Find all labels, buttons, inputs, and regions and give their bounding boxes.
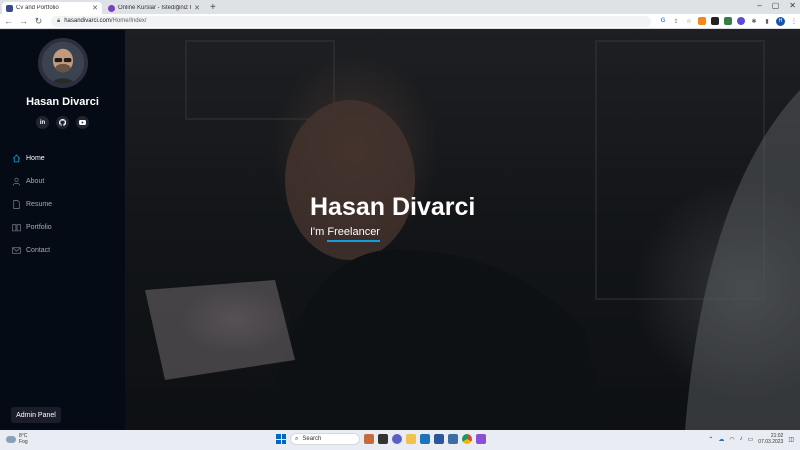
hero-overlay xyxy=(125,30,800,430)
nav-item-home[interactable]: Home xyxy=(12,147,52,170)
maximize-icon[interactable]: ▢ xyxy=(772,1,780,10)
nav-label: Portfolio xyxy=(26,224,52,231)
mail-icon[interactable] xyxy=(420,434,430,444)
sidepanel-icon[interactable]: ▮ xyxy=(763,17,771,25)
nav-label: About xyxy=(26,178,45,185)
file-icon xyxy=(13,200,20,209)
tab-title: Online Kurslar - İstediğiniz Her Şe xyxy=(118,5,191,11)
volume-icon[interactable]: ♪ xyxy=(740,436,743,442)
subtitle-prefix: I'm xyxy=(310,226,328,238)
hero-title: Hasan Divarci xyxy=(310,193,476,221)
minimize-icon[interactable]: – xyxy=(757,1,761,10)
extension-icon[interactable] xyxy=(724,17,732,25)
youtube-icon[interactable] xyxy=(76,116,89,129)
new-tab-button[interactable]: + xyxy=(210,2,216,14)
menu-icon[interactable]: ⋮ xyxy=(790,17,798,25)
back-icon[interactable]: ← xyxy=(2,16,15,26)
window-controls: – ▢ ✕ xyxy=(757,1,796,10)
home-icon xyxy=(12,154,21,163)
sidebar: Hasan Divarci in Home About Resume Portf… xyxy=(0,30,125,430)
extension-icon[interactable] xyxy=(711,17,719,25)
web-page: Hasan Divarci in Home About Resume Portf… xyxy=(0,30,800,430)
browser-tabstrip: Cv and Portfolio ✕ Online Kurslar - İste… xyxy=(0,0,800,14)
reload-icon[interactable]: ↻ xyxy=(32,16,45,27)
taskbar-apps: ⌕ Search xyxy=(276,433,486,445)
linkedin-icon[interactable]: in xyxy=(36,116,49,129)
nav-item-contact[interactable]: Contact xyxy=(12,239,52,262)
github-icon[interactable] xyxy=(56,116,69,129)
nav-label: Home xyxy=(26,155,45,162)
google-icon[interactable]: G xyxy=(659,17,667,25)
hero-subtitle: I'm Freelancer xyxy=(310,226,380,242)
metamask-icon[interactable] xyxy=(698,17,706,25)
forward-icon[interactable]: → xyxy=(17,16,30,26)
browser-toolbar: ← → ↻ 🔒︎ hasandivarci.com/Home/Index/ G … xyxy=(0,14,800,29)
sidebar-name: Hasan Divarci xyxy=(26,96,99,108)
extension-icon[interactable] xyxy=(737,17,745,25)
clock[interactable]: 21:02 07.03.2023 xyxy=(758,433,783,445)
lock-icon: 🔒︎ xyxy=(57,17,61,24)
weather-text: 8°C Fog xyxy=(19,433,28,445)
nav-item-about[interactable]: About xyxy=(12,170,52,193)
widgets-icon[interactable] xyxy=(364,434,374,444)
profile-photo xyxy=(42,42,84,84)
nav-item-portfolio[interactable]: Portfolio xyxy=(12,216,52,239)
task-view-icon[interactable] xyxy=(378,434,388,444)
tab-cv-portfolio[interactable]: Cv and Portfolio ✕ xyxy=(2,2,102,14)
sidebar-nav: Home About Resume Portfolio Contact xyxy=(12,147,52,262)
windows-taskbar: 8°C Fog ⌕ Search ⌃ ☁ ◠ ♪ ▭ 21:02 07.03.2… xyxy=(0,430,800,450)
wifi-icon[interactable]: ◠ xyxy=(729,436,734,443)
close-tab-icon[interactable]: ✕ xyxy=(92,4,98,12)
clock-date: 07.03.2023 xyxy=(758,439,784,445)
file-explorer-icon[interactable] xyxy=(406,434,416,444)
battery-icon[interactable]: ▭ xyxy=(748,436,754,443)
share-icon[interactable]: ⇪ xyxy=(672,17,680,25)
system-tray: ⌃ ☁ ◠ ♪ ▭ 21:02 07.03.2023 ◫ xyxy=(708,433,794,445)
url-host: hasandivarci.com xyxy=(64,18,111,24)
book-icon xyxy=(12,224,21,232)
teams-icon[interactable] xyxy=(392,434,402,444)
nav-label: Resume xyxy=(26,201,53,208)
cloud-icon xyxy=(6,435,16,443)
weather-desc: Fog xyxy=(19,439,28,445)
nav-label: Contact xyxy=(26,247,51,254)
extension-icons: G ⇪ ☆ ✱ ▮ H ⋮ xyxy=(659,16,798,26)
admin-panel-button[interactable]: Admin Panel xyxy=(11,407,61,423)
puzzle-icon[interactable]: ✱ xyxy=(750,17,758,25)
hero-section: Hasan Divarci I'm Freelancer xyxy=(125,30,800,430)
visual-studio-icon[interactable] xyxy=(476,434,486,444)
windows-start-icon[interactable] xyxy=(276,434,286,444)
profile-avatar[interactable]: H xyxy=(776,16,785,26)
store-icon[interactable] xyxy=(434,434,444,444)
chrome-icon[interactable] xyxy=(462,434,472,444)
nav-item-resume[interactable]: Resume xyxy=(12,193,52,216)
address-bar[interactable]: 🔒︎ hasandivarci.com/Home/Index/ xyxy=(51,15,651,27)
tab-title: Cv and Portfolio xyxy=(16,5,59,11)
tab-online-courses[interactable]: Online Kurslar - İstediğiniz Her Şe ✕ xyxy=(104,2,204,14)
star-icon[interactable]: ☆ xyxy=(685,17,693,25)
user-icon xyxy=(12,177,21,186)
chevron-up-icon[interactable]: ⌃ xyxy=(708,436,713,443)
onedrive-icon[interactable]: ☁ xyxy=(718,436,724,443)
app-icon[interactable] xyxy=(448,434,458,444)
search-icon: ⌕ xyxy=(295,435,299,442)
taskbar-search[interactable]: ⌕ Search xyxy=(290,433,360,445)
avatar xyxy=(38,38,88,88)
url-path: /Home/Index/ xyxy=(110,18,147,24)
social-links: in xyxy=(36,116,89,129)
weather-widget[interactable]: 8°C Fog xyxy=(6,433,28,445)
tab-favicon xyxy=(108,4,115,12)
typed-keyword: Freelancer xyxy=(327,226,380,242)
envelope-icon xyxy=(12,247,21,254)
notification-icon[interactable]: ◫ xyxy=(788,436,794,443)
close-tab-icon[interactable]: ✕ xyxy=(194,4,200,12)
close-window-icon[interactable]: ✕ xyxy=(789,1,796,10)
search-label: Search xyxy=(302,436,322,442)
tab-favicon xyxy=(6,4,13,12)
